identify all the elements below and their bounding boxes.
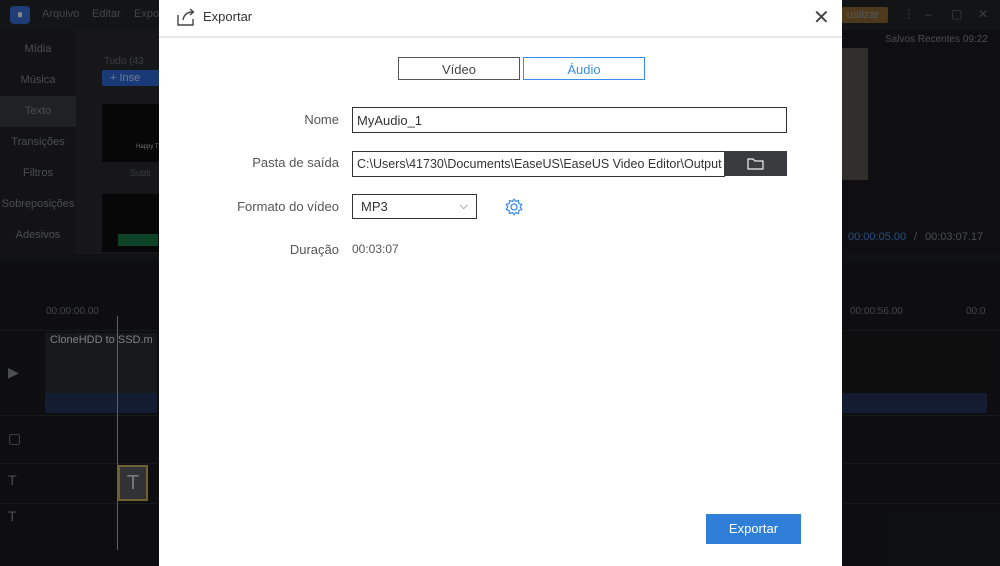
export-icon (177, 8, 195, 26)
close-icon[interactable]: ✕ (813, 5, 830, 30)
output-folder-field[interactable]: C:\Users\41730\Documents\EaseUS\EaseUS V… (352, 151, 725, 177)
dialog-title: Exportar (203, 9, 253, 24)
tab-video[interactable]: Vídeo (398, 57, 520, 80)
duration-value: 00:03:07 (352, 242, 399, 256)
output-folder-label: Pasta de saída (252, 155, 339, 170)
format-select[interactable]: MP3 ⌵ (352, 194, 477, 219)
format-label: Formato do vídeo (237, 199, 339, 214)
export-dialog: Exportar ✕ Vídeo Áudio Nome Pasta de saí… (159, 0, 842, 566)
format-value: MP3 (361, 199, 388, 214)
name-label: Nome (304, 112, 339, 127)
tab-audio[interactable]: Áudio (523, 57, 645, 80)
name-input[interactable] (352, 107, 787, 133)
dialog-header: Exportar ✕ (159, 0, 842, 38)
gear-icon[interactable] (504, 197, 524, 217)
duration-label: Duração (289, 242, 339, 257)
folder-icon (747, 158, 764, 170)
chevron-down-icon: ⌵ (459, 200, 468, 212)
browse-folder-button[interactable] (724, 151, 787, 176)
export-button[interactable]: Exportar (706, 514, 801, 544)
